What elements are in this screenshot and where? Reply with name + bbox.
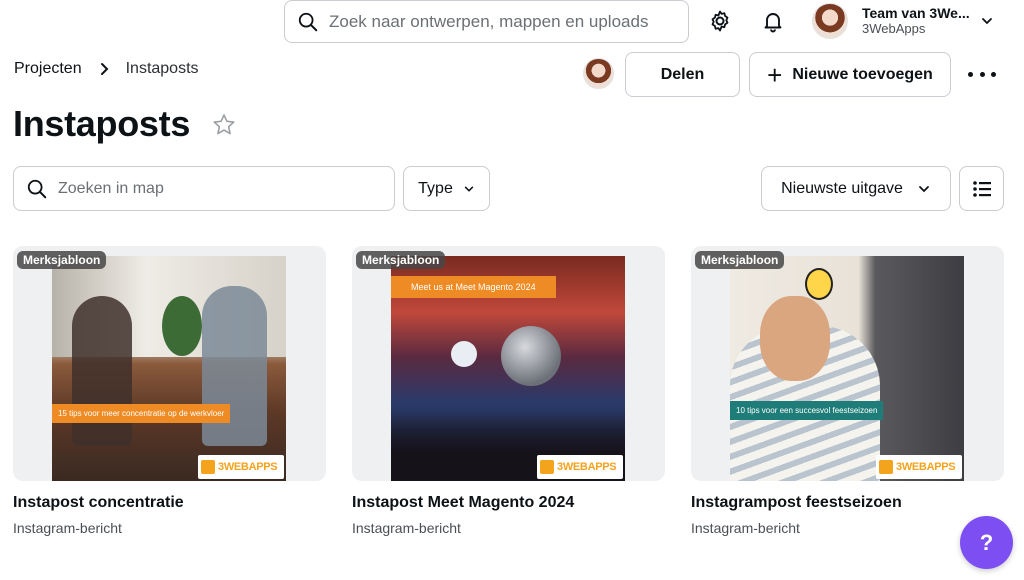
gear-icon — [711, 10, 729, 32]
brand-logo: 3WEBAPPS — [876, 455, 962, 479]
design-title[interactable]: Instapost Meet Magento 2024 — [352, 494, 665, 512]
avatar — [812, 3, 848, 39]
logo-mark — [540, 460, 554, 474]
brand-logo: 3WEBAPPS — [198, 455, 284, 479]
folder-search-input[interactable]: Zoeken in map — [13, 166, 395, 211]
thumbnail-image: 15 tips voor meer concentratie op de wer… — [52, 256, 286, 481]
page-title: Instaposts — [13, 103, 191, 144]
sort-dropdown[interactable]: Nieuwste uitgave — [761, 166, 951, 211]
logo-text: 3WEBAPPS — [557, 460, 617, 473]
account-switcher[interactable]: Team van 3We... 3WebApps — [812, 2, 1012, 40]
design-thumbnail[interactable]: Merksjabloon 10 tips voor een succesvol … — [691, 246, 1004, 481]
brand-template-badge: Merksjabloon — [17, 251, 107, 269]
chevron-down-icon — [464, 186, 474, 192]
more-dot — [979, 71, 985, 77]
search-icon — [298, 12, 318, 31]
thumbnail-banner: 10 tips voor een succesvol feestseizoen — [730, 401, 884, 420]
logo-mark — [879, 460, 893, 474]
help-icon: ? — [979, 529, 994, 555]
design-type: Instagram-bericht — [13, 520, 122, 536]
org-name: 3WebApps — [862, 20, 926, 36]
design-card[interactable]: Merksjabloon Meet us at Meet Magento 202… — [352, 246, 665, 536]
breadcrumb: Projecten Instaposts — [14, 60, 199, 78]
design-thumbnail[interactable]: Merksjabloon 15 tips voor meer concentra… — [13, 246, 326, 481]
logo-text: 3WEBAPPS — [896, 460, 956, 473]
type-filter-label: Type — [418, 179, 453, 197]
design-title[interactable]: Instapost concentratie — [13, 494, 326, 512]
more-options-button[interactable] — [968, 64, 996, 84]
list-view-icon — [972, 180, 991, 197]
brand-template-badge: Merksjabloon — [695, 251, 785, 269]
notifications-button[interactable] — [758, 6, 788, 36]
logo-text: 3WEBAPPS — [218, 460, 278, 473]
chevron-down-icon — [982, 18, 992, 25]
design-card[interactable]: Merksjabloon 10 tips voor een succesvol … — [691, 246, 1004, 536]
add-new-label: Nieuwe toevoegen — [792, 65, 933, 83]
share-button-label: Delen — [660, 65, 705, 83]
sort-label: Nieuwste uitgave — [781, 179, 903, 197]
search-icon — [27, 179, 47, 198]
list-view-toggle[interactable] — [959, 166, 1004, 211]
plus-icon: + — [767, 59, 783, 90]
design-thumbnail[interactable]: Merksjabloon Meet us at Meet Magento 202… — [352, 246, 665, 481]
chevron-down-icon — [919, 185, 929, 192]
team-name: Team van 3We... — [862, 5, 970, 22]
top-search-placeholder: Zoek naar ontwerpen, mappen en uploads — [329, 11, 649, 31]
help-button[interactable]: ? — [960, 516, 1013, 569]
breadcrumb-current: Instaposts — [125, 60, 199, 77]
design-type: Instagram-bericht — [352, 520, 461, 536]
share-button[interactable]: Delen — [625, 52, 740, 97]
collaborator-avatar[interactable] — [583, 58, 614, 89]
bell-icon — [764, 13, 782, 33]
chevron-right-icon — [98, 62, 110, 76]
breadcrumb-projects-link[interactable]: Projecten — [14, 60, 82, 78]
type-filter-dropdown[interactable]: Type — [403, 166, 490, 211]
thumbnail-image: 10 tips voor een succesvol feestseizoen … — [730, 256, 964, 481]
thumbnail-banner: Meet us at Meet Magento 2024 — [391, 276, 556, 298]
thumbnail-banner: 15 tips voor meer concentratie op de wer… — [52, 404, 231, 423]
brand-logo: 3WEBAPPS — [537, 455, 623, 479]
design-title[interactable]: Instagrampost feestseizoen — [691, 494, 1004, 512]
folder-search-placeholder: Zoeken in map — [58, 179, 164, 197]
design-card[interactable]: Merksjabloon 15 tips voor meer concentra… — [13, 246, 326, 536]
design-type: Instagram-bericht — [691, 520, 800, 536]
star-icon[interactable] — [211, 112, 237, 143]
add-new-button[interactable]: + Nieuwe toevoegen — [749, 52, 951, 97]
brand-template-badge: Merksjabloon — [356, 251, 446, 269]
top-search-input[interactable]: Zoek naar ontwerpen, mappen en uploads — [284, 0, 689, 43]
more-dot — [991, 71, 996, 77]
thumbnail-image: Meet us at Meet Magento 2024 3WEBAPPS — [391, 256, 625, 481]
logo-mark — [201, 460, 215, 474]
more-dot — [968, 71, 973, 77]
settings-button[interactable] — [705, 6, 735, 36]
